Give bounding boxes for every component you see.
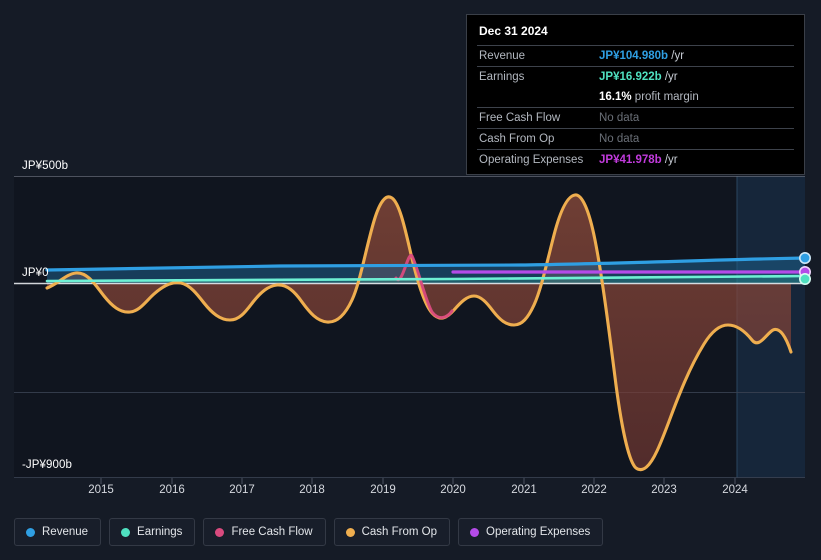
tooltip-value-operating-expenses: JP¥41.978b /yr bbox=[599, 154, 678, 166]
tooltip-date: Dec 31 2024 bbox=[479, 24, 548, 38]
legend-item-cash-from-op[interactable]: Cash From Op bbox=[333, 518, 451, 546]
x-axis-tick-label: 2024 bbox=[722, 484, 748, 496]
chart-tooltip: Dec 31 2024 Revenue JP¥104.980b /yr Earn… bbox=[466, 14, 805, 175]
tooltip-label-cash-from-op: Cash From Op bbox=[479, 133, 555, 145]
y-axis-label-bottom: -JP¥900b bbox=[22, 459, 73, 471]
x-axis-tick-label: 2016 bbox=[159, 484, 185, 496]
tooltip-value-profit-margin: 16.1% profit margin bbox=[599, 91, 699, 103]
revenue-endpoint bbox=[798, 252, 811, 265]
tooltip-label-operating-expenses: Operating Expenses bbox=[479, 154, 584, 166]
tooltip-label-free-cash-flow: Free Cash Flow bbox=[479, 112, 561, 124]
legend-dot-icon bbox=[215, 527, 225, 537]
x-axis-tick-label: 2015 bbox=[88, 484, 114, 496]
legend-dot-icon bbox=[345, 527, 355, 537]
legend-dot-icon bbox=[470, 527, 480, 537]
legend-label: Cash From Op bbox=[361, 526, 438, 538]
x-axis-tick-label: 2019 bbox=[370, 484, 396, 496]
tooltip-row-operating-expenses: Operating Expenses JP¥41.978b /yr bbox=[477, 149, 794, 170]
legend-item-operating-expenses[interactable]: Operating Expenses bbox=[458, 518, 604, 546]
tooltip-value-revenue: JP¥104.980b /yr bbox=[599, 50, 685, 62]
x-axis-ticks bbox=[100, 478, 736, 484]
legend-item-earnings[interactable]: Earnings bbox=[109, 518, 196, 546]
x-axis-tick-label: 2017 bbox=[229, 484, 255, 496]
x-axis-tick-label: 2023 bbox=[651, 484, 677, 496]
x-axis-tick-label: 2020 bbox=[440, 484, 466, 496]
tooltip-label-revenue: Revenue bbox=[479, 50, 526, 62]
tooltip-label-earnings: Earnings bbox=[479, 71, 525, 83]
tooltip-value-earnings: JP¥16.922b /yr bbox=[599, 71, 678, 83]
legend-label: Revenue bbox=[42, 526, 89, 538]
tooltip-row-free-cash-flow: Free Cash Flow No data bbox=[477, 107, 794, 128]
legend-item-revenue[interactable]: Revenue bbox=[14, 518, 102, 546]
y-axis-label-zero: JP¥0 bbox=[22, 267, 49, 279]
tooltip-row-revenue: Revenue JP¥104.980b /yr bbox=[477, 45, 794, 66]
legend-dot-icon bbox=[121, 527, 131, 537]
legend-dot-icon bbox=[26, 527, 35, 537]
tooltip-row-cash-from-op: Cash From Op No data bbox=[477, 128, 794, 149]
legend-label: Operating Expenses bbox=[486, 526, 591, 538]
earnings-endpoint bbox=[798, 272, 811, 285]
legend-label: Earnings bbox=[137, 526, 183, 538]
chart-legend: Revenue Earnings Free Cash Flow Cash Fro… bbox=[14, 518, 604, 546]
x-axis-tick-label: 2018 bbox=[299, 484, 325, 496]
tooltip-value-free-cash-flow: No data bbox=[599, 112, 640, 124]
legend-item-free-cash-flow[interactable]: Free Cash Flow bbox=[203, 518, 326, 546]
tooltip-value-cash-from-op: No data bbox=[599, 133, 640, 145]
financial-chart: JP¥500b JP¥0 -JP¥900b 2015 2016 2017 201… bbox=[0, 0, 821, 560]
tooltip-row-earnings: Earnings JP¥16.922b /yr bbox=[477, 66, 794, 87]
legend-label: Free Cash Flow bbox=[231, 526, 313, 538]
x-axis-tick-label: 2021 bbox=[511, 484, 537, 496]
y-axis-label-top: JP¥500b bbox=[22, 160, 69, 172]
x-axis-tick-label: 2022 bbox=[581, 484, 607, 496]
tooltip-row-profit-margin: 16.1% profit margin bbox=[477, 87, 794, 107]
